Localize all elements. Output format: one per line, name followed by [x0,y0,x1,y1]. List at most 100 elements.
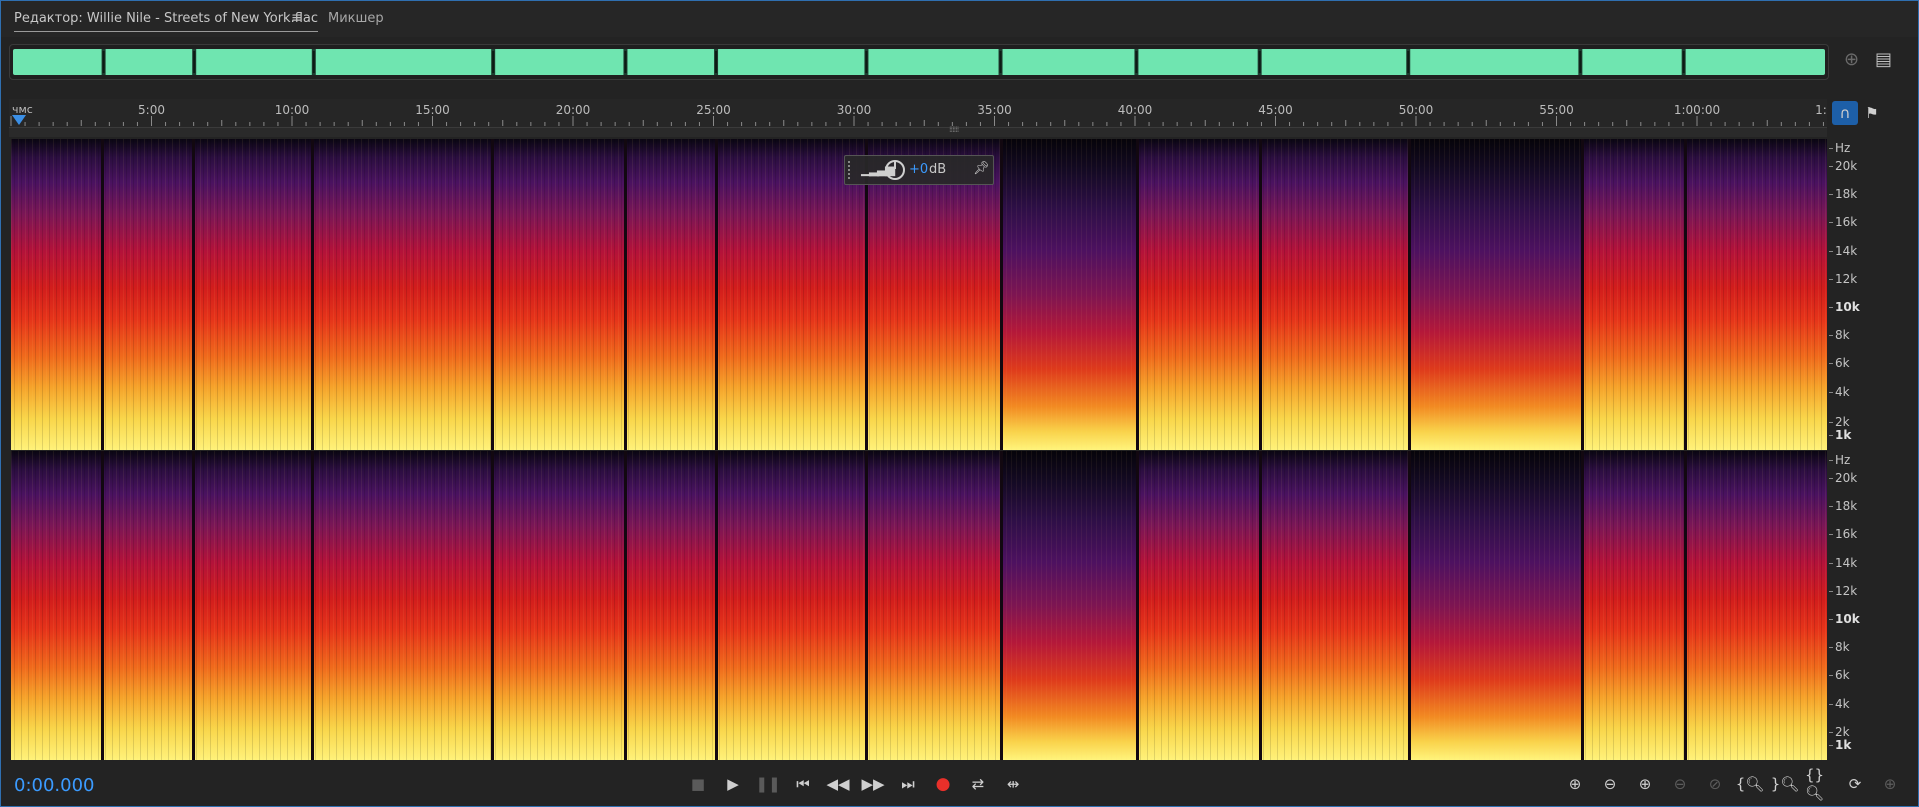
spectrogram-segment [624,139,716,450]
skip-selection-icon[interactable]: ⇹ [999,771,1027,797]
spectrogram-segment [312,139,493,450]
ruler-time-label: 45:00 [1258,103,1293,117]
spectrogram-segment [866,139,1001,450]
hz-tick-label: 16k [1828,527,1858,542]
grip-handle-icon[interactable]: ⁞⁞⁞⁞⁞⁞ [949,125,959,134]
track-gap [1580,451,1584,760]
rewind-icon[interactable]: ◀◀ [824,771,852,797]
hz-tick-label: 4k [1829,696,1850,711]
panel-menu-icon[interactable]: ≡ [291,10,303,26]
volume-hud[interactable]: ▁▂▃▅ +0 dB 📌︎ [844,155,994,185]
track-gap [491,451,495,760]
zoom-out-amplitude-icon[interactable]: ⊖ [1595,771,1625,797]
panel-tab-bar: Редактор: Willie Nile - Streets of New Y… [1,1,1918,37]
list-icon[interactable]: ▤ [1875,49,1892,70]
hz-tick-label: 18k [1828,499,1858,514]
frequency-scale-right: Hz 20k 18k 16k 14k 12k 10k 8k 6k 4k 2k 1k [1828,451,1889,760]
hz-tick-label: 4k [1829,384,1850,399]
zoom-in-amplitude-icon[interactable]: ⊕ [1560,771,1590,797]
spectrogram-segment [101,139,193,450]
spectrogram-segment [1000,451,1137,760]
hz-tick-label: 16k [1828,215,1858,230]
spectrogram-segment [624,451,716,760]
pin-icon[interactable]: 📌︎ [973,161,990,176]
frequency-scale-left: Hz 20k 18k 16k 14k 12k 10k 8k 6k 4k 2k 1k [1828,139,1889,450]
spectrogram-channel-right[interactable] [11,451,1827,760]
ruler-time-label: 1:00:00 [1673,103,1721,117]
spectrogram-segment [1685,139,1827,450]
spectrogram-segment [492,451,625,760]
volume-knob[interactable] [885,160,905,180]
track-gap [1135,139,1139,450]
hz-unit-label: Hz [1828,141,1851,155]
hz-tick-label: 1k [1828,428,1852,442]
zoom-in-icon[interactable]: ⊕ [1844,49,1859,70]
reset-zoom-icon[interactable]: ⟳ [1840,771,1870,797]
hz-tick-label: 6k [1829,668,1850,683]
hz-tick-label: 14k [1828,555,1858,570]
hz-tick-label: 20k [1828,159,1858,173]
playhead-marker[interactable] [12,115,26,125]
snap-magnet-icon[interactable]: ∩ [1832,101,1858,125]
hud-drag-handle[interactable] [848,161,854,179]
track-gap [191,451,195,760]
track-gap [999,451,1003,760]
hz-tick-label: 8k [1829,640,1850,655]
play-icon[interactable]: ▶ [719,771,747,797]
spectrogram-segment [866,451,1001,760]
ruler-time-label: 25:00 [696,103,731,117]
zoom-spectral-icon[interactable]: ⊕ [1875,771,1905,797]
zoom-selection-icon[interactable]: {}🔍︎ [1805,766,1835,802]
zoom-out-point-icon[interactable]: }🔍︎ [1770,771,1800,797]
spectrogram-segment [715,139,867,450]
volume-value[interactable]: +0 [909,162,928,177]
hz-unit-label: Hz [1828,453,1851,467]
zoom-in-point-icon[interactable]: {🔍︎ [1735,771,1765,797]
current-time-display[interactable]: 0:00.000 [14,775,95,796]
track-gap [1135,451,1139,760]
timeline-ruler[interactable]: чмс 5:00 10:00 15:00 20:00 25:00 30:00 35:00 40… [9,99,1827,128]
pause-icon[interactable]: ❚❚ [754,771,782,797]
overview-waveform[interactable] [9,44,1829,80]
spectrogram-segment [11,139,102,450]
track-gap [999,139,1003,450]
audition-window: Редактор: Willie Nile - Streets of New Y… [0,0,1919,807]
zoom-out-full-icon[interactable]: ⊘ [1700,771,1730,797]
spectrogram-segment [492,139,625,450]
hz-tick-label: 10k [1829,612,1860,626]
tab-editor[interactable]: Редактор: Willie Nile - Streets of New Y… [14,11,319,32]
hz-tick-label: 20k [1828,471,1858,485]
tab-mixer[interactable]: Микшер [328,11,384,31]
spectrogram-segment [1581,451,1686,760]
move-to-next-icon[interactable]: ⏭ [894,771,922,797]
spectrogram-segment [1409,139,1582,450]
track-gap [491,139,495,450]
volume-unit: dB [929,162,947,177]
hz-tick-label: 8k [1829,328,1850,343]
stop-icon[interactable]: ■ [684,771,712,797]
spectrogram-segment [715,451,867,760]
hz-tick-label: 14k [1828,243,1858,258]
zoom-out-time-icon[interactable]: ⊖ [1665,771,1695,797]
hz-tick-label: 10k [1829,300,1860,314]
fast-forward-icon[interactable]: ▶▶ [859,771,887,797]
move-to-previous-icon[interactable]: ⏮ [789,771,817,797]
spectrogram-channel-left[interactable] [11,139,1827,450]
hz-tick-label: 12k [1828,271,1858,286]
spectrogram-segment [1685,451,1827,760]
loop-playback-icon[interactable]: ⇄ [964,771,992,797]
ruler-time-label: 15:00 [415,103,450,117]
track-gap [1259,139,1263,450]
horizontal-scroll-grip[interactable]: ⁞⁞⁞⁞⁞⁞ [9,125,1827,137]
record-icon[interactable]: ● [929,771,957,797]
track-gap [1684,139,1688,450]
track-gap [100,139,104,450]
overview-waveform-graphic [13,49,1825,75]
marker-flag-icon[interactable]: ⚑ [1859,101,1885,125]
spectrogram-segment [11,451,102,760]
track-gap [1684,451,1688,760]
ruler-time-label: 35:00 [977,103,1012,117]
hz-tick-label: 1k [1828,738,1852,752]
zoom-in-time-icon[interactable]: ⊕ [1630,771,1660,797]
ruler-time-label: 5:00 [138,103,165,117]
